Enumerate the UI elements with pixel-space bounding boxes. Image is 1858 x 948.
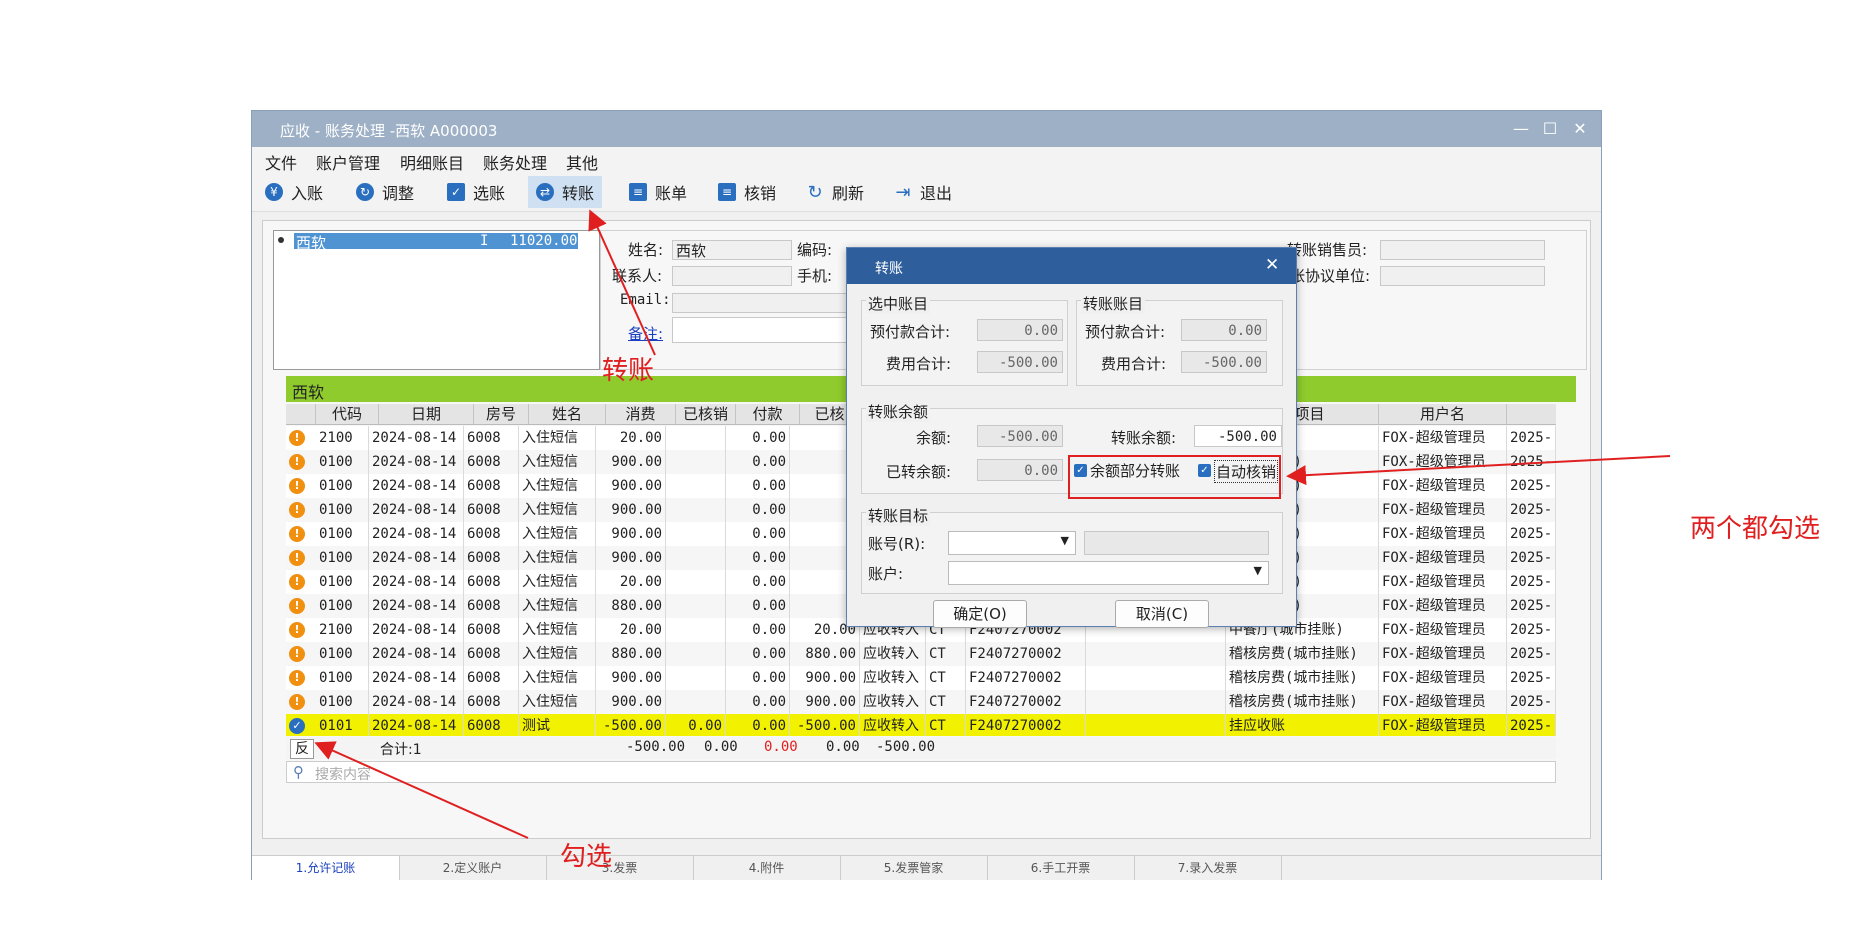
annotation-transfer: 转账 bbox=[602, 356, 655, 386]
annotation-arrows bbox=[314, 209, 1671, 839]
annotation-check: 勾选 bbox=[560, 842, 613, 872]
check-arrow bbox=[314, 741, 529, 839]
transfer-arrow bbox=[588, 209, 656, 356]
annotation-check-both: 两个都勾选 bbox=[1690, 514, 1821, 544]
check-both-arrow bbox=[1286, 455, 1671, 486]
